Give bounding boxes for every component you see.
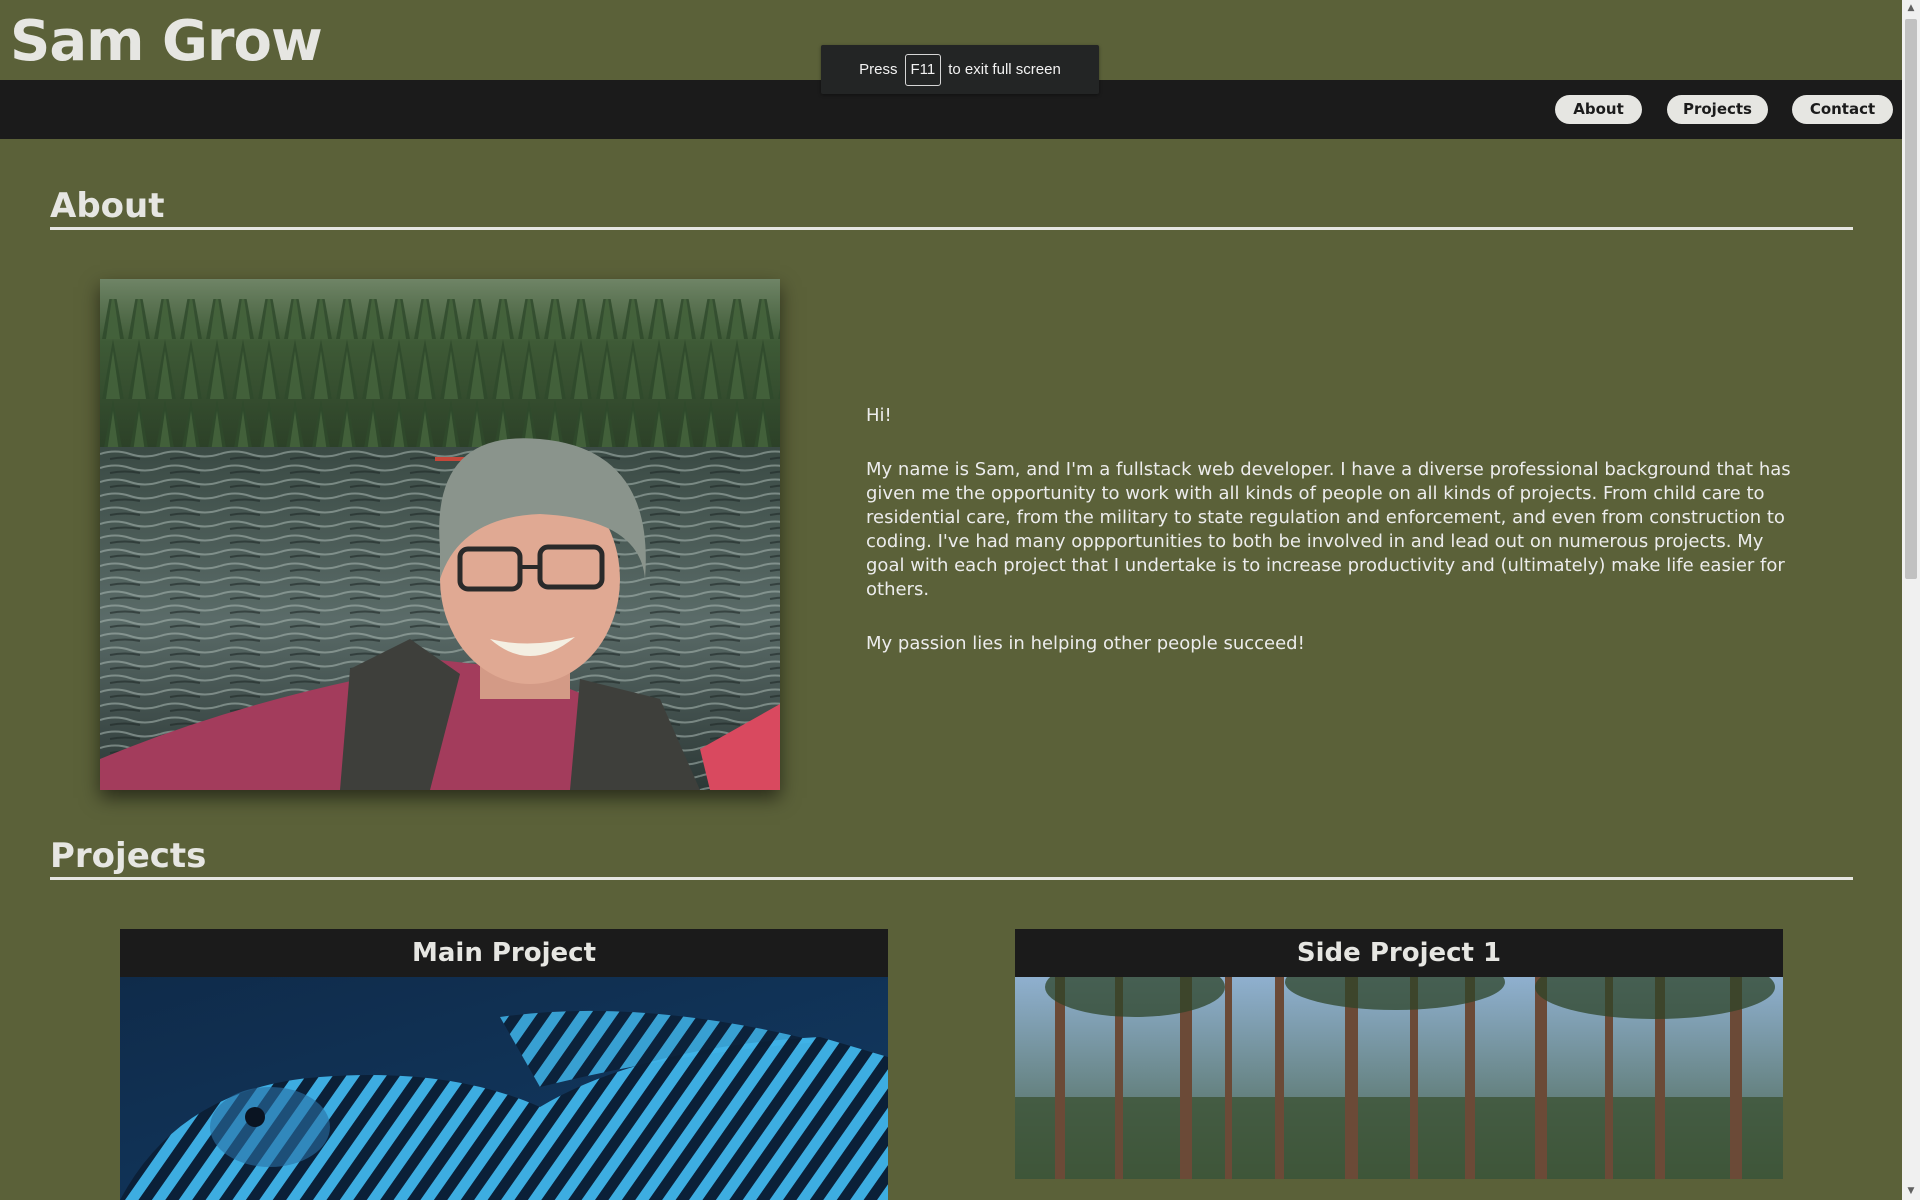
browser-viewport: Sam Grow About Projects Contact About Hi… [0, 0, 1920, 1200]
about-bio: My name is Sam, and I'm a fullstack web … [866, 459, 1791, 600]
nav-projects-button[interactable]: Projects [1667, 95, 1768, 124]
project-card-side[interactable]: Side Project 1 [1015, 929, 1783, 1179]
nav-contact-button[interactable]: Contact [1792, 95, 1893, 124]
about-text: Hi! My name is Sam, and I'm a fullstack … [866, 404, 1806, 686]
about-passion: My passion lies in helping other people … [866, 633, 1305, 654]
site-title: Sam Grow [10, 9, 323, 74]
project-card-main[interactable]: Main Project [120, 929, 888, 1200]
vertical-scrollbar[interactable]: ▲ ▼ [1902, 0, 1920, 1200]
fullscreen-toast-prefix: Press [859, 61, 898, 78]
scroll-up-arrow-icon[interactable]: ▲ [1902, 0, 1920, 17]
scroll-down-arrow-icon[interactable]: ▼ [1902, 1183, 1920, 1200]
profile-photo [100, 279, 780, 790]
fullscreen-toast-suffix: to exit full screen [948, 61, 1061, 78]
scrollbar-thumb[interactable] [1905, 19, 1917, 579]
profile-photo-image [100, 279, 780, 790]
main-project-image[interactable] [120, 977, 888, 1200]
page-content: Sam Grow About Projects Contact About Hi… [0, 0, 1902, 1200]
side-project-image[interactable] [1015, 977, 1783, 1179]
fullscreen-toast: Press F11 to exit full screen [821, 45, 1099, 94]
project-card-title: Main Project [120, 929, 888, 977]
project-card-title: Side Project 1 [1015, 929, 1783, 977]
about-greeting: Hi! [866, 405, 892, 426]
f11-key-label: F11 [904, 53, 942, 86]
nav-about-button[interactable]: About [1555, 95, 1642, 124]
projects-heading: Projects [50, 835, 1853, 880]
about-heading: About [50, 185, 1853, 230]
